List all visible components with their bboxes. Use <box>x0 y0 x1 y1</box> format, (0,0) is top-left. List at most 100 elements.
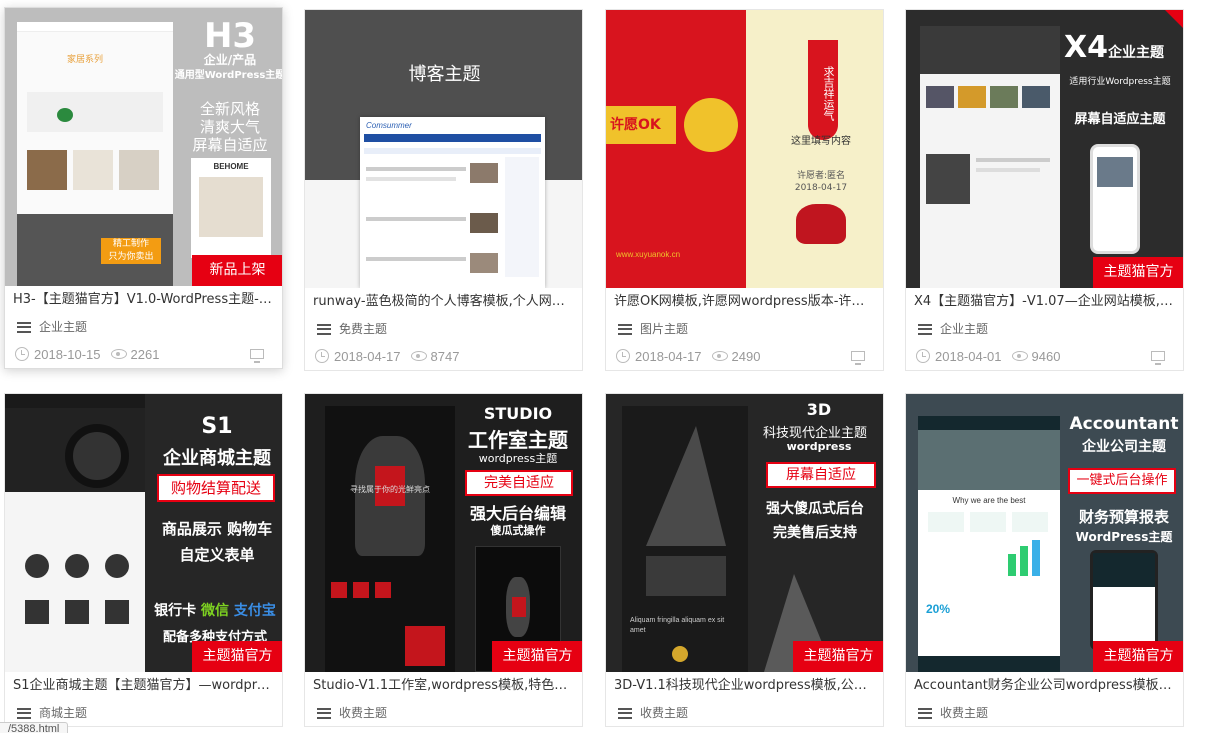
thumb-slogan: 屏幕自适应主题 <box>1074 112 1166 127</box>
theme-category[interactable]: 免费主题 <box>305 316 582 342</box>
theme-title[interactable]: runway-蓝色极简的个人博客模板,个人网站模板 <box>305 288 582 316</box>
thumb-highlight: 一键式后台操作 <box>1068 468 1176 494</box>
list-icon <box>17 321 31 333</box>
list-icon <box>618 323 632 335</box>
thumb-papercut <box>796 204 846 244</box>
thumb-text: 商品展示 购物车 <box>161 520 273 538</box>
theme-thumbnail[interactable]: Why we are the best 20% Accountant 企业公司主… <box>906 394 1183 672</box>
view-count: 8747 <box>430 348 460 364</box>
theme-title[interactable]: Accountant财务企业公司wordpress模板,财务主题 <box>906 672 1183 700</box>
official-badge: 主题猫官方 <box>793 641 883 672</box>
view-count: 9460 <box>1031 348 1061 364</box>
theme-date: 2018-04-17 <box>635 348 702 364</box>
thumb-mobile-preview: BEHOME <box>191 158 271 258</box>
official-badge: 主题猫官方 <box>1093 257 1183 288</box>
theme-thumbnail[interactable]: S1 企业商城主题 购物结算配送 商品展示 购物车 自定义表单 银行卡 微信 支… <box>5 394 282 672</box>
monitor-icon[interactable] <box>851 351 865 365</box>
thumb-site-preview <box>920 26 1060 288</box>
thumb-text: 强大傻瓜式后台 <box>766 501 864 517</box>
theme-category[interactable]: 收费主题 <box>606 700 883 726</box>
thumb-site-preview: 家居系列 <box>17 22 173 222</box>
thumb-text: 适用行业Wordpress主题 <box>1069 77 1171 87</box>
theme-title[interactable]: S1企业商城主题【主题猫官方】—wordpress商城主题 <box>5 672 282 700</box>
thumb-site-preview: Comsummer <box>360 117 545 288</box>
theme-category[interactable]: 图片主题 <box>606 316 883 342</box>
theme-meta: 2018-04-17 8747 <box>305 342 582 370</box>
theme-meta: 2018-10-15 2261 <box>5 340 282 368</box>
theme-title[interactable]: H3-【主题猫官方】V1.0-WordPress主题-企业/产品通用型WordP… <box>5 286 282 314</box>
clock-icon <box>15 347 29 361</box>
theme-category[interactable]: 企业主题 <box>906 316 1183 342</box>
official-badge: 主题猫官方 <box>492 641 582 672</box>
theme-date: 2018-10-15 <box>34 346 101 362</box>
thumb-site-preview: 寻找属于你的光鲜亮点 <box>325 406 455 672</box>
theme-card[interactable]: Aliquam fringilla aliquam ex sit amet 3D… <box>605 393 884 727</box>
list-icon <box>317 707 331 719</box>
theme-title[interactable]: X4【主题猫官方】-V1.07—企业网站模板,适用行业wordpress主题 <box>906 288 1183 316</box>
theme-category[interactable]: 企业主题 <box>5 314 282 340</box>
list-icon <box>17 707 31 719</box>
theme-date: 2018-04-01 <box>935 348 1002 364</box>
theme-card[interactable]: Why we are the best 20% Accountant 企业公司主… <box>905 393 1184 727</box>
list-icon <box>618 707 632 719</box>
thumb-text: 自定义表单 <box>179 546 255 564</box>
thumb-logo: 许愿OK <box>606 106 676 144</box>
thumb-highlight: 屏幕自适应 <box>766 462 876 488</box>
thumb-author: 许愿者:匿名 2018-04-17 <box>794 171 848 193</box>
view-count: 2490 <box>731 348 761 364</box>
list-icon <box>317 323 331 335</box>
thumb-heading: 3D <box>806 400 832 419</box>
status-bar-url: /5388.html <box>0 722 69 733</box>
theme-thumbnail[interactable]: 家居系列 精工制作 只为你卖出 H3 企业/产品 通用型WordPress主题 全新… <box>5 8 282 286</box>
thumb-text: 企业/产品 通用型WordPress主题 <box>174 53 282 81</box>
theme-card[interactable]: 许愿OK www.xuyuanok.cn 求吉祥运气 这里填写内容 许愿者:匿名… <box>605 9 884 371</box>
thumb-highlight: 完美自适应 <box>465 470 573 496</box>
theme-card[interactable]: X4企业主题 适用行业Wordpress主题 屏幕自适应主题 主题猫官方 X4【… <box>905 9 1184 371</box>
theme-category[interactable]: 收费主题 <box>906 700 1183 726</box>
thumb-heading: STUDIO <box>483 404 553 423</box>
corner-ribbon <box>1165 10 1183 28</box>
theme-card[interactable]: 家居系列 精工制作 只为你卖出 H3 企业/产品 通用型WordPress主题 全新… <box>4 7 283 369</box>
thumb-text: WordPress主题 <box>1075 530 1173 544</box>
official-badge: 主题猫官方 <box>1093 641 1183 672</box>
theme-meta: 2018-04-17 2490 <box>606 342 883 370</box>
theme-thumbnail[interactable]: 寻找属于你的光鲜亮点 STUDIO 工作室主题 wordpress主题 完美自适… <box>305 394 582 672</box>
theme-thumbnail[interactable]: 博客主题 Comsummer <box>305 10 582 288</box>
thumb-mobile-preview <box>1090 550 1158 650</box>
thumb-slogan: 全新风格 清爽大气 屏幕自适应 <box>192 100 268 154</box>
thumb-text: wordpress主题 <box>478 452 558 465</box>
theme-card[interactable]: S1 企业商城主题 购物结算配送 商品展示 购物车 自定义表单 银行卡 微信 支… <box>4 393 283 727</box>
theme-thumbnail[interactable]: Aliquam fringilla aliquam ex sit amet 3D… <box>606 394 883 672</box>
theme-thumbnail[interactable]: 许愿OK www.xuyuanok.cn 求吉祥运气 这里填写内容 许愿者:匿名… <box>606 10 883 288</box>
theme-title[interactable]: 3D-V1.1科技现代企业wordpress模板,公司主题 <box>606 672 883 700</box>
thumb-photo: 精工制作 只为你卖出 <box>17 214 173 286</box>
theme-title[interactable]: 许愿OK网模板,许愿网wordpress版本-许愿墙主题 <box>606 288 883 316</box>
thumb-text: 企业商城主题 <box>163 448 271 469</box>
monitor-icon[interactable] <box>250 349 264 363</box>
thumb-heading: X4企业主题 <box>1064 30 1165 65</box>
thumb-text: 傻瓜式操作 <box>490 524 546 537</box>
thumb-highlight: 购物结算配送 <box>157 474 275 502</box>
thumb-payments: 银行卡 微信 支付宝 <box>154 603 276 619</box>
theme-category[interactable]: 收费主题 <box>305 700 582 726</box>
monitor-icon[interactable] <box>1151 351 1165 365</box>
theme-card[interactable]: 寻找属于你的光鲜亮点 STUDIO 工作室主题 wordpress主题 完美自适… <box>304 393 583 727</box>
clock-icon <box>916 349 930 363</box>
clock-icon <box>616 349 630 363</box>
thumb-text: 工作室主题 <box>468 428 568 452</box>
list-icon <box>918 323 932 335</box>
theme-card[interactable]: 博客主题 Comsummer runway-蓝色极简的个人博客模板,个人网站模板… <box>304 9 583 371</box>
theme-thumbnail[interactable]: X4企业主题 适用行业Wordpress主题 屏幕自适应主题 主题猫官方 <box>906 10 1183 288</box>
thumb-mobile-preview <box>1090 144 1140 254</box>
thumb-heading: Accountant <box>1069 414 1179 434</box>
list-icon <box>918 707 932 719</box>
thumb-site-preview <box>5 394 145 672</box>
thumb-text: wordpress <box>786 440 852 453</box>
theme-title[interactable]: Studio-V1.1工作室,wordpress模板,特色产品展示主题 <box>305 672 582 700</box>
official-badge: 主题猫官方 <box>192 641 282 672</box>
thumb-text: 强大后台编辑 <box>469 504 566 523</box>
thumb-url: www.xuyuanok.cn <box>616 250 681 259</box>
thumb-content: 这里填写内容 <box>791 136 851 147</box>
theme-grid: 家居系列 精工制作 只为你卖出 H3 企业/产品 通用型WordPress主题 全新… <box>0 0 1223 733</box>
thumb-text: 财务预算报表 <box>1078 508 1169 526</box>
